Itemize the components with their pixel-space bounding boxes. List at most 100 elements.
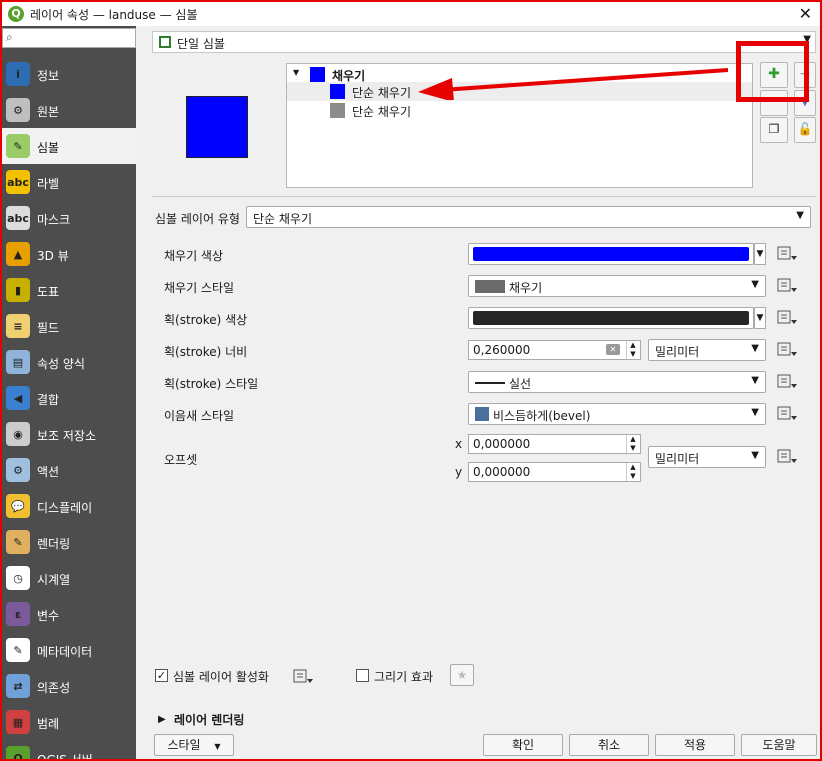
layer1-swatch <box>330 84 345 99</box>
stroke-width-unit-value: 밀리미터 <box>655 345 700 359</box>
sidebar-item-label: 범례 <box>37 717 60 731</box>
fill-style-label: 채우기 스타일 <box>164 281 235 295</box>
join-style-dropdown[interactable]: 비스듬하게(bevel) ▼ <box>468 403 766 425</box>
sidebar-item[interactable]: ◷ 시계열 <box>2 560 136 596</box>
sidebar-item[interactable]: ◀ 결합 <box>2 380 136 416</box>
stroke-color-button[interactable] <box>468 307 754 329</box>
diagram-icon: ▮ <box>6 278 30 302</box>
style-button[interactable]: 스타일 ▼ <box>154 734 234 756</box>
sidebar-item[interactable]: ⚙ 액션 <box>2 452 136 488</box>
close-icon[interactable]: ✕ <box>799 4 812 23</box>
apply-button[interactable]: 적용 <box>655 734 735 756</box>
solid-line-icon <box>475 382 505 384</box>
clear-icon[interactable]: ✕ <box>606 344 620 355</box>
legend-icon: ▦ <box>6 710 30 734</box>
sidebar-item-label: 심볼 <box>37 141 60 155</box>
sidebar-item[interactable]: abc 라벨 <box>2 164 136 200</box>
sidebar-item[interactable]: ✎ 렌더링 <box>2 524 136 560</box>
stroke-width-value: 0,260000 <box>473 343 531 357</box>
expand-arrow-icon[interactable]: ▼ <box>293 68 299 77</box>
data-defined-override-icon[interactable] <box>776 447 798 467</box>
data-defined-override-icon[interactable] <box>292 667 314 687</box>
sidebar-item-label: 시계열 <box>37 573 71 587</box>
data-defined-override-icon[interactable] <box>776 404 798 424</box>
sidebar-item-label: 필드 <box>37 321 60 335</box>
sidebar-item[interactable]: ▤ 속성 양식 <box>2 344 136 380</box>
spin-arrows-icon[interactable]: ▲ ▼ <box>626 341 639 359</box>
sidebar-item-label: 메타데이터 <box>37 645 93 659</box>
offset-label: 오프셋 <box>164 453 198 467</box>
fill-color-button[interactable] <box>468 243 754 265</box>
ok-button[interactable]: 확인 <box>483 734 563 756</box>
offset-x-label: x <box>455 437 463 451</box>
fill-color-swatch <box>473 247 749 261</box>
abc-mask-icon: abc <box>6 206 30 230</box>
sidebar-item[interactable]: ▮ 도표 <box>2 272 136 308</box>
dependency-icon: ⇄ <box>6 674 30 698</box>
draw-effects-label: 그리기 효과 <box>374 670 434 684</box>
fill-color-menu-button[interactable]: ▼ <box>754 243 766 265</box>
chevron-down-icon: ▼ <box>751 279 759 290</box>
cancel-button[interactable]: 취소 <box>569 734 649 756</box>
form-icon: ▤ <box>6 350 30 374</box>
tree-layer-item-2[interactable]: 단순 채우기 <box>287 101 752 120</box>
symbol-layer-type-dropdown[interactable]: 단순 채우기 ▼ <box>246 206 811 228</box>
sidebar-item[interactable]: ⇄ 의존성 <box>2 668 136 704</box>
sidebar-item[interactable]: ▦ 범례 <box>2 704 136 740</box>
collapse-arrow-icon[interactable]: ▶ <box>158 714 166 725</box>
offset-y-input[interactable]: 0,000000 ▲ ▼ <box>468 462 641 482</box>
lock-icon[interactable]: 🔓 <box>794 117 816 143</box>
data-defined-override-icon[interactable] <box>776 276 798 296</box>
help-button[interactable]: 도움말 <box>741 734 817 756</box>
data-defined-override-icon[interactable] <box>776 340 798 360</box>
sidebar-search-input[interactable]: ⌕ <box>2 28 136 48</box>
join-style-value: 비스듬하게(bevel) <box>493 409 591 423</box>
symbol-preview <box>186 96 248 158</box>
effects-star-button[interactable]: ★ <box>450 664 474 686</box>
layer-rendering-label[interactable]: 레이어 렌더링 <box>174 711 244 728</box>
fill-style-dropdown[interactable]: 채우기 ▼ <box>468 275 766 297</box>
fill-style-value: 채우기 <box>509 281 543 295</box>
stroke-color-menu-button[interactable]: ▼ <box>754 307 766 329</box>
sidebar-item[interactable]: ⚙ 원본 <box>2 92 136 128</box>
data-defined-override-icon[interactable] <box>776 244 798 264</box>
sidebar-item[interactable]: ✎ 메타데이터 <box>2 632 136 668</box>
sidebar-item[interactable]: Q QGIS 서버 <box>2 740 136 759</box>
sidebar-item[interactable]: ◉ 보조 저장소 <box>2 416 136 452</box>
offset-y-label: y <box>455 465 463 479</box>
stroke-color-swatch <box>473 311 749 325</box>
chevron-down-icon: ▼ <box>751 375 759 386</box>
renderer-type-dropdown[interactable]: 단일 심볼 ▼ <box>152 31 816 53</box>
search-icon: ⌕ <box>6 30 13 44</box>
sidebar-item[interactable]: i 정보 <box>2 56 136 92</box>
sidebar-item[interactable]: ✎ 심볼 <box>2 128 136 164</box>
duplicate-layer-button[interactable]: ❐ <box>760 117 788 143</box>
action-gear-icon: ⚙ <box>6 458 30 482</box>
data-defined-override-icon[interactable] <box>776 372 798 392</box>
sidebar-item-label: 액션 <box>37 465 60 479</box>
sidebar-item[interactable]: 💬 디스플레이 <box>2 488 136 524</box>
offset-unit-dropdown[interactable]: 밀리미터 ▼ <box>648 446 766 468</box>
sidebar-item[interactable]: ε 변수 <box>2 596 136 632</box>
database-icon: ◉ <box>6 422 30 446</box>
offset-x-input[interactable]: 0,000000 ▲ ▼ <box>468 434 641 454</box>
stroke-style-dropdown[interactable]: 실선 ▼ <box>468 371 766 393</box>
draw-effects-checkbox[interactable] <box>356 669 369 682</box>
stroke-width-unit-dropdown[interactable]: 밀리미터 ▼ <box>648 339 766 361</box>
sidebar-item[interactable]: abc 마스크 <box>2 200 136 236</box>
spin-arrows-icon[interactable]: ▲ ▼ <box>626 435 639 453</box>
sidebar-item[interactable]: ▲ 3D 뷰 <box>2 236 136 272</box>
spin-arrows-icon[interactable]: ▲ ▼ <box>626 463 639 481</box>
enable-layer-checkbox[interactable]: ✓ <box>155 669 168 682</box>
chevron-down-icon: ▼ <box>751 450 759 461</box>
layer2-swatch <box>330 103 345 118</box>
metadata-icon: ✎ <box>6 638 30 662</box>
join-style-label: 이음새 스타일 <box>164 409 235 423</box>
stroke-width-input[interactable]: 0,260000 ✕ ▲ ▼ <box>468 340 641 360</box>
sidebar-item[interactable]: ≡ 필드 <box>2 308 136 344</box>
data-defined-override-icon[interactable] <box>776 308 798 328</box>
chevron-down-icon: ▼ <box>751 407 759 418</box>
fill-swatch <box>310 67 325 82</box>
sidebar-item-label: 디스플레이 <box>37 501 93 515</box>
sidebar-item-label: 도표 <box>37 285 60 299</box>
